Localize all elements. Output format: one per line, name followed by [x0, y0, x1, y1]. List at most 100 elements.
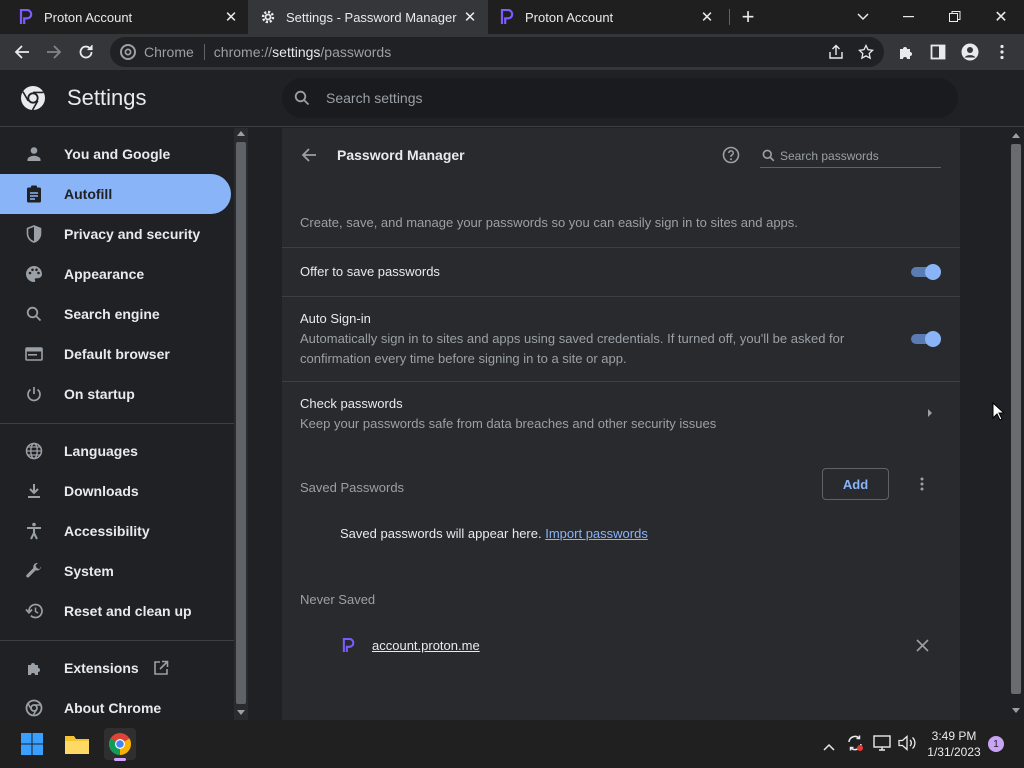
minimize-button[interactable] [887, 0, 931, 34]
tab-search-button[interactable] [841, 0, 885, 34]
empty-state-text: Saved passwords will appear here. [340, 526, 542, 541]
address-bar[interactable]: Chrome chrome://settings/passwords [110, 37, 884, 67]
sidebar-item-privacy-and-security[interactable]: Privacy and security [0, 214, 231, 254]
offer-to-save-toggle[interactable] [909, 264, 941, 280]
chevron-up-icon[interactable] [823, 738, 835, 756]
sidebar-item-reset-and-clean-up[interactable]: Reset and clean up [0, 591, 231, 631]
scroll-down-arrow[interactable] [237, 710, 245, 715]
scroll-down-arrow[interactable] [1012, 708, 1020, 713]
download-icon [24, 481, 44, 501]
scrollbar-thumb[interactable] [236, 142, 246, 704]
chrome-taskbar-button[interactable] [104, 728, 136, 761]
row-divider [282, 247, 960, 248]
wrench-icon [24, 561, 44, 581]
settings-search-input[interactable]: Search settings [282, 78, 958, 118]
check-passwords-row[interactable] [282, 382, 960, 444]
offer-to-save-label: Offer to save passwords [300, 264, 440, 279]
scrollbar-thumb[interactable] [1011, 144, 1021, 694]
volume-icon[interactable] [898, 735, 916, 756]
sidebar-item-label: Reset and clean up [64, 603, 192, 619]
sidebar-item-on-startup[interactable]: On startup [0, 374, 231, 414]
tab-title: Proton Account [44, 9, 133, 25]
reload-icon [79, 45, 93, 59]
clock-time: 3:49 PM [931, 729, 977, 743]
search-icon [24, 304, 44, 324]
sidebar-item-autofill[interactable]: Autofill [0, 174, 231, 214]
new-tab-button[interactable]: + [726, 0, 770, 34]
reload-button[interactable] [72, 38, 100, 66]
close-tab-icon[interactable]: ✕ [462, 9, 478, 26]
chrome-menu-button[interactable] [988, 38, 1016, 66]
chrome-icon [109, 733, 131, 755]
section-title: Password Manager [337, 147, 465, 163]
sidebar-item-you-and-google[interactable]: You and Google [0, 134, 231, 174]
restore-button[interactable] [933, 0, 977, 34]
password-search-input[interactable]: Search passwords [760, 144, 941, 168]
chevron-down-icon [857, 13, 869, 21]
proton-logo-icon [18, 9, 34, 25]
description-text: Create, save, and manage your passwords … [300, 215, 798, 230]
tab-settings-password-manager[interactable]: Settings - Password Manager ✕ [248, 0, 488, 34]
url-prefix: chrome:// [213, 44, 273, 60]
sidebar-item-system[interactable]: System [0, 551, 231, 591]
search-icon [762, 149, 775, 162]
sidebar-item-accessibility[interactable]: Accessibility [0, 511, 231, 551]
avatar-icon [961, 43, 979, 61]
more-actions-icon[interactable] [920, 476, 924, 497]
main-scrollbar[interactable] [1008, 128, 1024, 720]
omnibox-chip: Chrome [144, 44, 194, 60]
palette-icon [24, 264, 44, 284]
omnibox-url[interactable]: chrome://settings/passwords [214, 44, 391, 60]
sidebar-item-search-engine[interactable]: Search engine [0, 294, 231, 334]
extensions-button[interactable] [892, 38, 920, 66]
close-window-button[interactable]: ✕ [979, 0, 1023, 34]
network-icon[interactable] [873, 735, 891, 756]
sidebar-item-languages[interactable]: Languages [0, 431, 231, 471]
bookmark-star-icon[interactable] [857, 43, 875, 63]
minimize-icon [903, 16, 914, 18]
notification-badge[interactable]: 1 [988, 736, 1004, 752]
scroll-up-arrow[interactable] [1012, 133, 1020, 138]
sidebar-item-appearance[interactable]: Appearance [0, 254, 231, 294]
power-icon [24, 384, 44, 404]
tab-proton-account-1[interactable]: Proton Account ✕ [0, 0, 247, 34]
back-arrow-icon[interactable] [300, 146, 318, 169]
scroll-up-arrow[interactable] [237, 131, 245, 136]
puzzle-icon [24, 658, 44, 678]
add-password-button[interactable]: Add [822, 468, 889, 500]
import-passwords-link[interactable]: Import passwords [545, 526, 648, 541]
help-icon[interactable] [722, 146, 740, 169]
sidebar-item-downloads[interactable]: Downloads [0, 471, 231, 511]
tab-proton-account-2[interactable]: Proton Account ✕ [489, 0, 729, 34]
side-panel-icon [930, 44, 946, 60]
proton-logo-icon [499, 9, 515, 25]
folder-icon [65, 736, 89, 754]
sync-icon[interactable] [846, 734, 864, 757]
sidebar-item-label: Appearance [64, 266, 145, 282]
side-panel-button[interactable] [924, 38, 952, 66]
file-explorer-button[interactable] [61, 728, 93, 760]
omnibox-separator [203, 44, 205, 60]
close-tab-icon[interactable]: ✕ [223, 9, 239, 26]
sidebar-item-extensions[interactable]: Extensions [0, 648, 231, 688]
sidebar-scrollbar[interactable] [234, 128, 248, 720]
remove-site-icon[interactable] [916, 639, 929, 657]
profile-button[interactable] [956, 38, 984, 66]
never-saved-site-link[interactable]: account.proton.me [372, 638, 480, 653]
back-button[interactable] [8, 38, 36, 66]
forward-button[interactable] [40, 38, 68, 66]
taskbar-clock[interactable]: 3:49 PM 1/31/2023 [920, 728, 988, 760]
sidebar-item-default-browser[interactable]: Default browser [0, 334, 231, 374]
sidebar-item-label: Privacy and security [64, 226, 201, 242]
check-passwords-label: Check passwords [300, 396, 403, 411]
share-icon[interactable] [828, 44, 844, 63]
start-button[interactable] [16, 728, 48, 760]
puzzle-icon [900, 47, 912, 59]
saved-passwords-empty: Saved passwords will appear here. Import… [340, 526, 648, 541]
close-tab-icon[interactable]: ✕ [699, 9, 715, 26]
search-placeholder: Search settings [326, 90, 423, 106]
auto-signin-toggle[interactable] [909, 331, 941, 347]
sidebar-item-label: Default browser [64, 346, 170, 362]
tab-title: Proton Account [525, 9, 614, 25]
sidebar-item-label: System [64, 563, 114, 579]
